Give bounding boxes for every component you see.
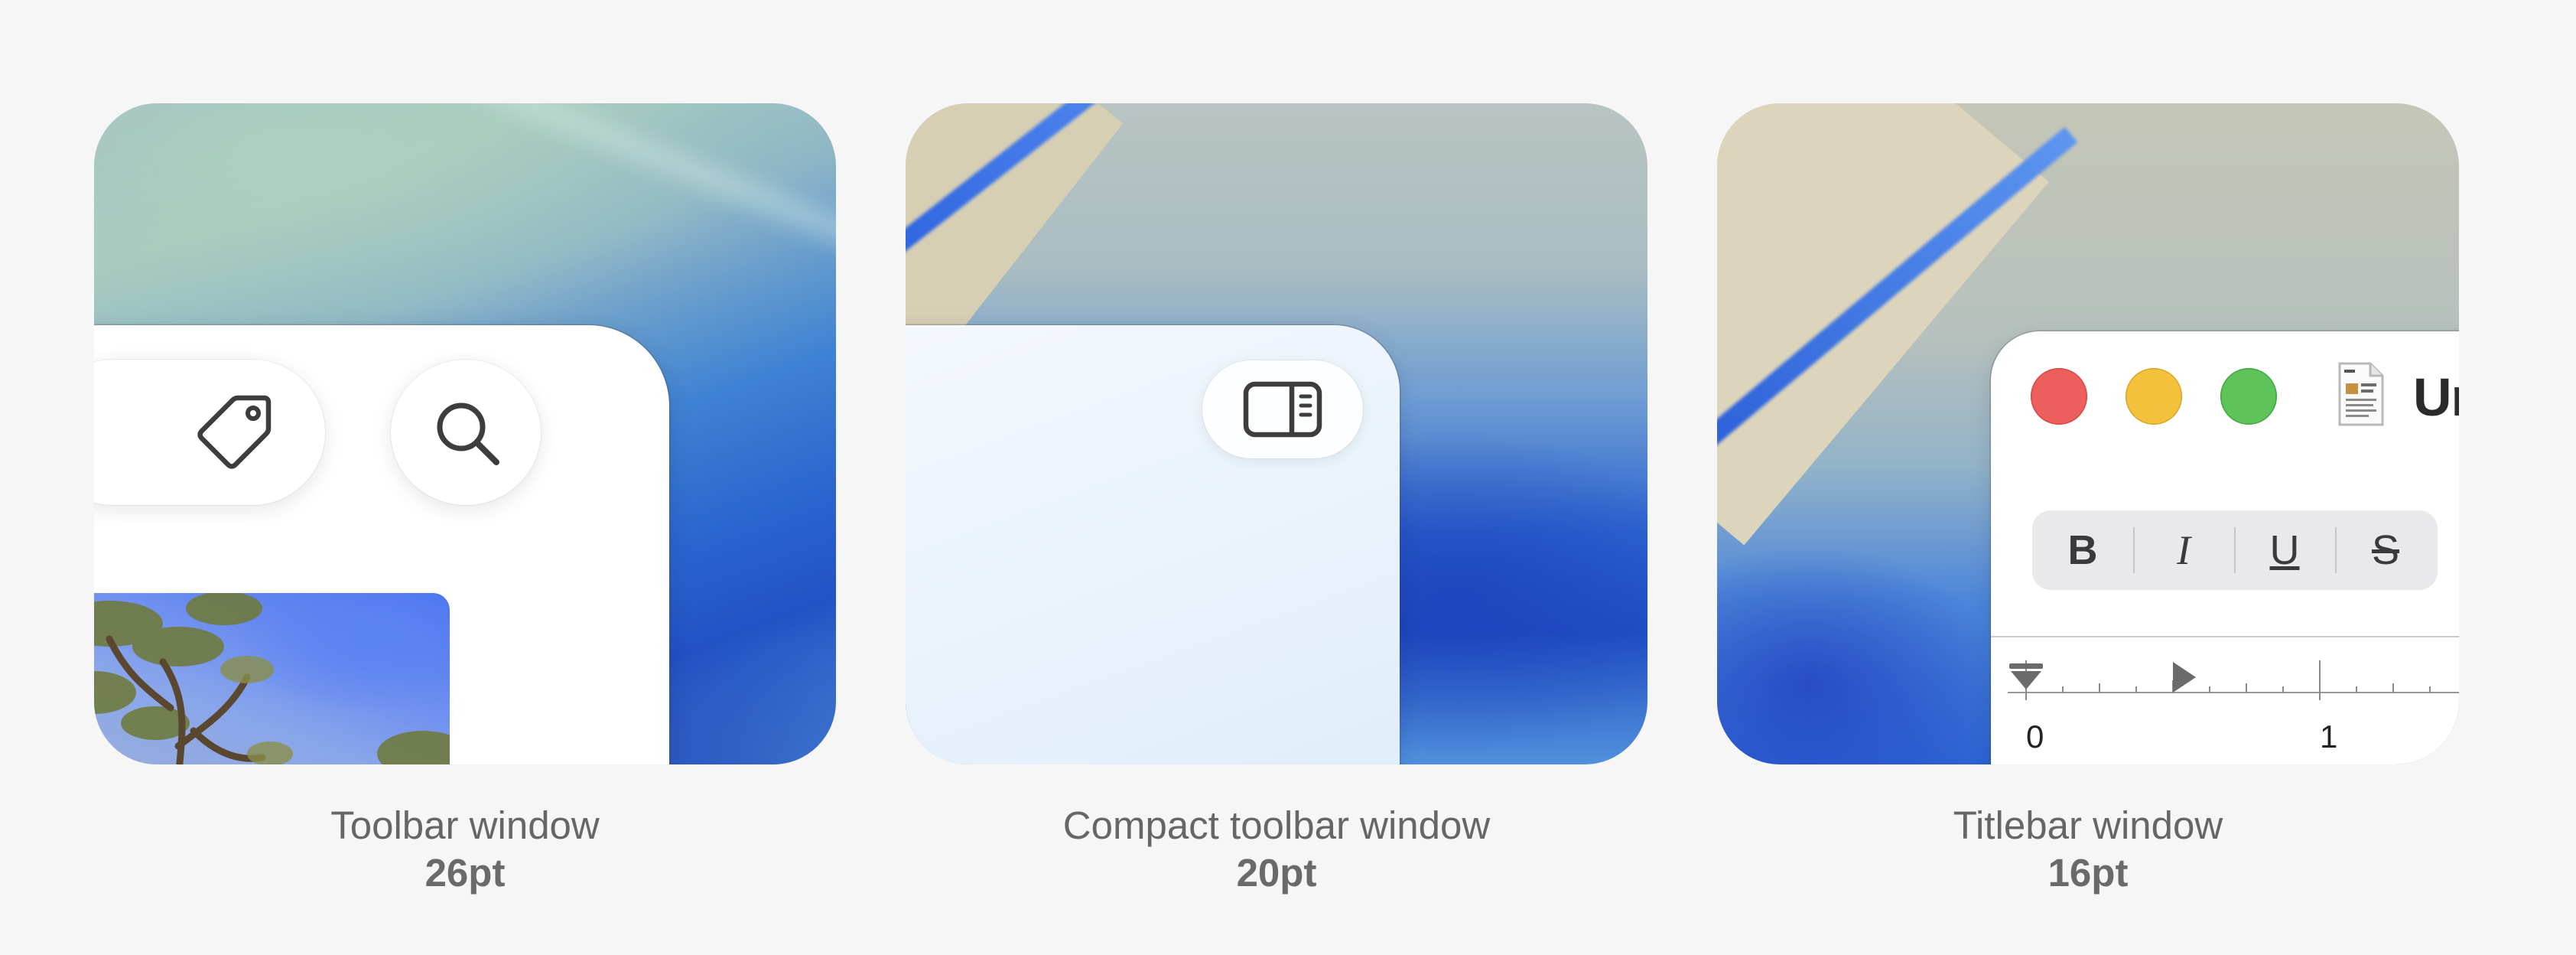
tag-icon[interactable] <box>194 392 275 473</box>
caption-compact-toolbar-window: Compact toolbar window 20pt <box>906 802 1647 897</box>
italic-button[interactable]: I <box>2133 510 2234 590</box>
caption-radius: 20pt <box>1236 851 1317 895</box>
underline-button[interactable]: U <box>2234 510 2335 590</box>
sidebar-toggle-icon[interactable] <box>1243 381 1322 438</box>
toolbar-button-group[interactable] <box>94 360 325 505</box>
document-title: Un <box>2413 367 2459 427</box>
ruler-divider <box>1991 636 2459 637</box>
first-line-indent-marker <box>2009 663 2043 669</box>
search-icon[interactable] <box>431 396 504 470</box>
left-indent-marker <box>2011 671 2041 689</box>
caption-radius: 26pt <box>424 851 506 895</box>
minimize-button[interactable] <box>2126 368 2182 425</box>
sidebar-toggle-button[interactable] <box>1202 360 1363 458</box>
tab-stop-marker <box>2173 662 2196 693</box>
close-button[interactable] <box>2031 368 2087 425</box>
caption-titlebar-window: Titlebar window 16pt <box>1717 802 2459 897</box>
photo-thumbnail[interactable] <box>94 593 450 764</box>
caption-title: Compact toolbar window <box>1062 803 1491 847</box>
bold-button[interactable]: B <box>2032 510 2133 590</box>
text-format-toolbar: B I U S <box>2032 510 2438 590</box>
document-icon <box>2338 362 2384 426</box>
caption-title: Titlebar window <box>1953 803 2223 847</box>
caption-radius: 16pt <box>2047 851 2129 895</box>
tree-image <box>94 593 450 764</box>
titlebar-window-example: Un B I U S 0 1 <box>1717 103 2459 764</box>
caption-title: Toolbar window <box>330 803 600 847</box>
strikethrough-button[interactable]: S <box>2335 510 2436 590</box>
search-button[interactable] <box>391 360 541 505</box>
ruler-label: 0 <box>2026 719 2044 755</box>
ruler-label: 1 <box>2320 719 2338 755</box>
compact-toolbar-window-example <box>906 103 1647 764</box>
caption-toolbar-window: Toolbar window 26pt <box>94 802 836 897</box>
zoom-button[interactable] <box>2220 368 2277 425</box>
ruler[interactable] <box>2008 659 2459 700</box>
toolbar-window-example <box>94 103 836 764</box>
